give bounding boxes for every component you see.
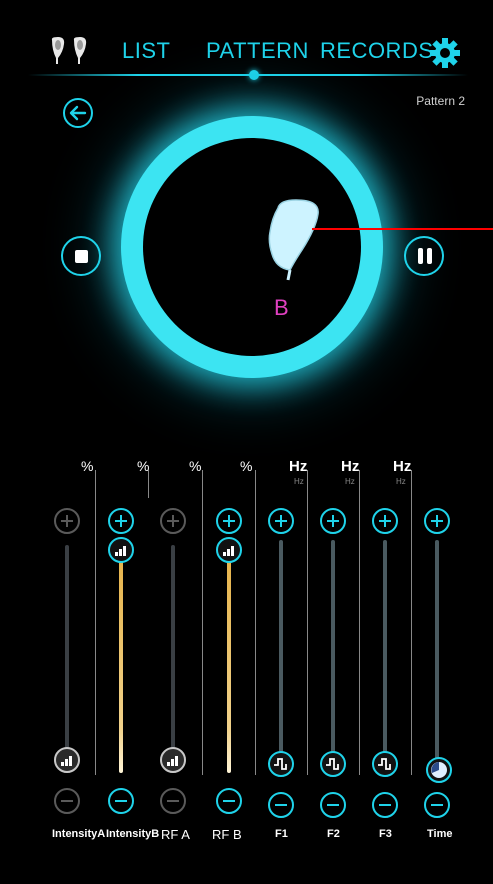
electrode-pad-icon[interactable]: [266, 198, 326, 282]
time-increase-button[interactable]: [424, 508, 450, 534]
rf-b-increase-button[interactable]: [216, 508, 242, 534]
unit-rf-b: %: [240, 458, 253, 474]
nav-underline: [28, 74, 468, 76]
f3-track[interactable]: [383, 540, 387, 760]
pointer-line: [312, 228, 493, 230]
unit-f1: Hz: [289, 458, 308, 475]
f3-decrease-button[interactable]: [372, 792, 398, 818]
column-label-intensity-b: IntensityB: [106, 828, 160, 840]
column-label-time: Time: [427, 828, 453, 840]
rf-b-track[interactable]: [227, 555, 231, 773]
intensity-b-track[interactable]: [119, 555, 123, 773]
f1-decrease-button[interactable]: [268, 792, 294, 818]
rf-a-increase-button[interactable]: [160, 508, 186, 534]
nav-records[interactable]: RECORDS: [320, 38, 434, 64]
pattern-title: Pattern 2: [416, 94, 465, 108]
unit-f1-sub: Hz: [294, 477, 304, 486]
rf-b-level-icon[interactable]: [216, 537, 242, 563]
column-label-rf-b: RF B: [212, 827, 242, 842]
f2-decrease-button[interactable]: [320, 792, 346, 818]
column-divider: [148, 470, 149, 498]
electrodes-icon[interactable]: [48, 36, 96, 66]
time-clock-icon[interactable]: [426, 757, 452, 783]
intensity-a-track[interactable]: [65, 545, 69, 763]
f3-wave-icon[interactable]: [372, 751, 398, 777]
f1-track[interactable]: [279, 540, 283, 760]
column-label-f2: F2: [327, 828, 340, 840]
intensity-a-decrease-button[interactable]: [54, 788, 80, 814]
pause-icon: [417, 248, 433, 264]
channel-letter: B: [274, 295, 289, 320]
unit-f2-sub: Hz: [345, 477, 355, 486]
rf-a-decrease-button[interactable]: [160, 788, 186, 814]
column-label-f3: F3: [379, 828, 392, 840]
f2-wave-icon[interactable]: [320, 751, 346, 777]
stop-button[interactable]: [61, 236, 101, 276]
f3-increase-button[interactable]: [372, 508, 398, 534]
player-ring: [143, 138, 361, 356]
column-label-intensity-a: IntensityA: [52, 828, 106, 840]
rf-a-track[interactable]: [171, 545, 175, 763]
rf-a-level-icon[interactable]: [160, 747, 186, 773]
stop-icon: [75, 250, 88, 263]
unit-f3-sub: Hz: [396, 477, 406, 486]
intensity-a-level-icon[interactable]: [54, 747, 80, 773]
time-decrease-button[interactable]: [424, 792, 450, 818]
column-divider: [255, 470, 256, 775]
f1-wave-icon[interactable]: [268, 751, 294, 777]
column-divider: [307, 470, 308, 775]
column-divider: [359, 470, 360, 775]
column-label-f1: F1: [275, 828, 288, 840]
nav-list[interactable]: LIST: [122, 38, 170, 64]
time-track[interactable]: [435, 540, 439, 760]
nav-pattern[interactable]: PATTERN: [206, 38, 309, 64]
column-divider: [411, 470, 412, 775]
intensity-a-increase-button[interactable]: [54, 508, 80, 534]
column-divider: [202, 470, 203, 775]
intensity-b-increase-button[interactable]: [108, 508, 134, 534]
intensity-b-level-icon[interactable]: [108, 537, 134, 563]
unit-intensity-a: %: [81, 458, 94, 474]
column-label-rf-a: RF A: [161, 827, 190, 842]
f2-increase-button[interactable]: [320, 508, 346, 534]
rf-b-decrease-button[interactable]: [216, 788, 242, 814]
gear-icon[interactable]: [430, 38, 460, 68]
f2-track[interactable]: [331, 540, 335, 760]
pause-button[interactable]: [404, 236, 444, 276]
unit-rf-a: %: [189, 458, 202, 474]
unit-f3: Hz: [393, 458, 412, 475]
unit-f2: Hz: [341, 458, 360, 475]
nav-active-indicator: [249, 70, 259, 80]
f1-increase-button[interactable]: [268, 508, 294, 534]
back-arrow-icon[interactable]: [62, 97, 94, 129]
column-divider: [95, 470, 96, 775]
intensity-b-decrease-button[interactable]: [108, 788, 134, 814]
